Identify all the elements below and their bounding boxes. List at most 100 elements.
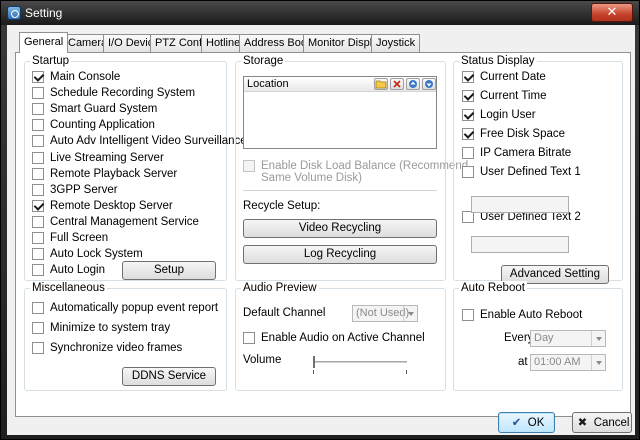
chevron-down-icon <box>403 306 417 321</box>
main-console-option[interactable]: Main Console <box>32 70 120 84</box>
auto-lock-system-checkbox[interactable] <box>32 248 44 261</box>
3gpp-server-checkbox[interactable] <box>32 183 44 196</box>
auto-adv-intelligent-video-surveillance-checkbox[interactable] <box>32 135 44 148</box>
volume-label: Volume <box>243 354 282 366</box>
cancel-button[interactable]: ✖ Cancel <box>572 412 632 433</box>
ddns-service-button[interactable]: DDNS Service <box>122 367 216 386</box>
current-time-option[interactable]: Current Time <box>462 89 546 103</box>
setup-button[interactable]: Setup <box>122 261 216 280</box>
free-disk-space-label: Free Disk Space <box>480 128 566 140</box>
user-defined-text-1-label: User Defined Text 1 <box>480 166 581 178</box>
location-column-header: Location <box>244 77 436 92</box>
3gpp-server-option[interactable]: 3GPP Server <box>32 183 118 197</box>
default-channel-label: Default Channel <box>243 307 326 319</box>
reboot-frequency-dropdown[interactable]: Day <box>530 330 606 347</box>
auto-adv-intelligent-video-surveillance-label: Auto Adv Intelligent Video Surveillance <box>50 135 247 148</box>
move-up-icon[interactable] <box>406 78 420 90</box>
user-defined-text-1-field[interactable] <box>471 196 569 213</box>
storage-title: Storage <box>241 54 286 68</box>
enable-audio-option[interactable]: Enable Audio on Active Channel <box>243 331 425 345</box>
user-defined-text-1-option[interactable]: User Defined Text 1 <box>462 165 581 179</box>
remote-playback-server-option[interactable]: Remote Playback Server <box>32 167 177 181</box>
live-streaming-server-option[interactable]: Live Streaming Server <box>32 151 164 165</box>
synchronize-video-frames-option[interactable]: Synchronize video frames <box>32 341 182 355</box>
auto-login-label: Auto Login <box>50 264 105 277</box>
checkmark-icon: ✔ <box>511 415 522 429</box>
enable-auto-reboot-checkbox[interactable] <box>462 309 474 321</box>
current-time-checkbox[interactable] <box>462 90 474 102</box>
move-down-icon[interactable] <box>422 78 436 90</box>
ip-camera-bitrate-option[interactable]: IP Camera Bitrate <box>462 146 571 160</box>
tab-general[interactable]: General <box>19 32 69 53</box>
tab-joystick[interactable]: Joystick <box>371 34 421 52</box>
storage-location-list[interactable]: Location <box>243 76 437 149</box>
login-user-checkbox[interactable] <box>462 109 474 121</box>
main-console-checkbox[interactable] <box>32 71 44 83</box>
video-recycling-button[interactable]: Video Recycling <box>243 219 437 238</box>
remote-playback-server-checkbox[interactable] <box>32 167 44 180</box>
default-channel-dropdown[interactable]: (Not Used) <box>352 305 418 322</box>
volume-slider-track[interactable] <box>313 361 407 363</box>
login-user-option[interactable]: Login User <box>462 108 536 122</box>
ip-camera-bitrate-checkbox[interactable] <box>462 147 474 159</box>
live-streaming-server-checkbox[interactable] <box>32 151 44 164</box>
automatically-popup-event-report-option[interactable]: Automatically popup event report <box>32 301 218 315</box>
synchronize-video-frames-checkbox[interactable] <box>32 342 44 354</box>
enable-audio-checkbox[interactable] <box>243 332 255 344</box>
remote-desktop-server-label: Remote Desktop Server <box>50 199 173 212</box>
minimize-to-system-tray-option[interactable]: Minimize to system tray <box>32 321 170 335</box>
schedule-recording-system-option[interactable]: Schedule Recording System <box>32 86 195 100</box>
smart-guard-system-checkbox[interactable] <box>32 103 44 116</box>
smart-guard-system-option[interactable]: Smart Guard System <box>32 102 157 116</box>
current-date-checkbox[interactable] <box>462 71 474 83</box>
enable-auto-reboot-option[interactable]: Enable Auto Reboot <box>462 308 582 322</box>
disk-load-balance-checkbox[interactable] <box>243 160 255 172</box>
free-disk-space-option[interactable]: Free Disk Space <box>462 127 565 141</box>
auto-adv-intelligent-video-surveillance-option[interactable]: Auto Adv Intelligent Video Surveillance <box>32 134 247 148</box>
folder-icon[interactable] <box>374 78 388 90</box>
counting-application-label: Counting Application <box>50 119 155 132</box>
schedule-recording-system-checkbox[interactable] <box>32 87 44 100</box>
setting-window: Setting ✕ General Camera I/O Device PTZ … <box>0 0 640 440</box>
central-management-service-label: Central Management Service <box>50 215 199 228</box>
counting-application-option[interactable]: Counting Application <box>32 118 155 132</box>
audio-preview-title: Audio Preview <box>241 281 319 295</box>
minimize-to-system-tray-checkbox[interactable] <box>32 322 44 334</box>
log-recycling-button[interactable]: Log Recycling <box>243 245 437 264</box>
title-bar[interactable]: Setting ✕ <box>1 1 639 25</box>
full-screen-option[interactable]: Full Screen <box>32 231 108 245</box>
volume-max-tick <box>406 370 407 374</box>
disk-load-balance-label: Enable Disk Load Balance (Recommend <box>261 160 469 172</box>
main-console-label: Main Console <box>50 71 121 83</box>
full-screen-label: Full Screen <box>50 232 109 244</box>
user-defined-text-1-checkbox[interactable] <box>462 166 474 178</box>
delete-icon[interactable] <box>390 78 404 90</box>
3gpp-server-label: 3GPP Server <box>50 183 118 196</box>
chevron-down-icon <box>591 331 605 346</box>
ok-label: OK <box>527 417 545 429</box>
counting-application-checkbox[interactable] <box>32 119 44 132</box>
auto-lock-system-option[interactable]: Auto Lock System <box>32 247 143 261</box>
volume-slider-thumb[interactable] <box>313 356 315 368</box>
user-defined-text-2-field[interactable] <box>471 236 569 253</box>
central-management-service-checkbox[interactable] <box>32 215 44 228</box>
enable-auto-reboot-label: Enable Auto Reboot <box>480 309 583 321</box>
full-screen-checkbox[interactable] <box>32 232 44 244</box>
close-button[interactable]: ✕ <box>591 3 633 22</box>
auto-login-option[interactable]: Auto Login <box>32 263 105 277</box>
ok-button[interactable]: ✔ OK <box>498 412 555 433</box>
smart-guard-system-label: Smart Guard System <box>50 103 158 116</box>
remote-desktop-server-option[interactable]: Remote Desktop Server <box>32 199 173 213</box>
free-disk-space-checkbox[interactable] <box>462 128 474 140</box>
status-display-group: Status Display Current Date Current Time L… <box>453 54 623 284</box>
remote-desktop-server-checkbox[interactable] <box>32 199 44 212</box>
automatically-popup-event-report-checkbox[interactable] <box>32 302 44 314</box>
disk-load-balance-option[interactable]: Enable Disk Load Balance (Recommend <box>243 159 468 173</box>
startup-group: Startup Main Console Schedule Recording S… <box>24 54 247 281</box>
schedule-recording-system-label: Schedule Recording System <box>50 87 196 100</box>
ip-camera-bitrate-label: IP Camera Bitrate <box>480 147 572 159</box>
current-date-option[interactable]: Current Date <box>462 70 546 84</box>
central-management-service-option[interactable]: Central Management Service <box>32 215 199 229</box>
reboot-time-dropdown[interactable]: 01:00 AM <box>530 354 606 371</box>
auto-login-checkbox[interactable] <box>32 264 44 277</box>
